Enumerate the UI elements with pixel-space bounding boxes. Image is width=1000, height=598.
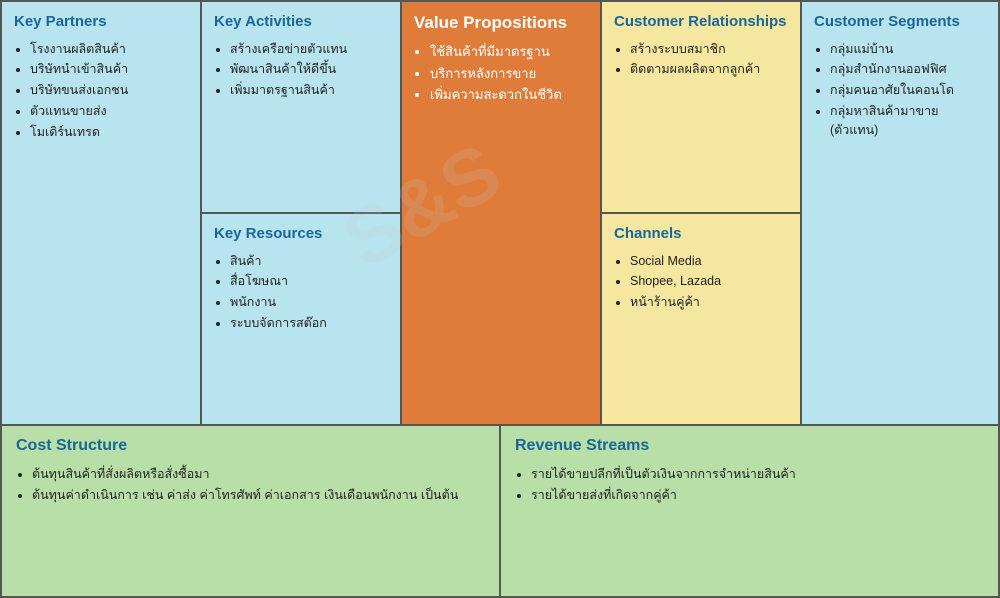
list-item: ระบบจัดการสต๊อก — [230, 314, 388, 333]
list-item: พัฒนาสินค้าให้ดีขึ้น — [230, 60, 388, 79]
value-propositions-title: Value Propositions — [414, 12, 588, 34]
list-item: Shopee, Lazada — [630, 272, 788, 291]
key-activities-section: Key Activities สร้างเครือข่ายตัวแทน พัฒน… — [202, 2, 400, 214]
bottom-section: Cost Structure ต้นทุนสินค้าที่สั่งผลิตหร… — [2, 426, 998, 596]
list-item: เพิ่มมาตรฐานสินค้า — [230, 81, 388, 100]
key-resources-title: Key Resources — [214, 224, 388, 244]
channels-title: Channels — [614, 224, 788, 244]
list-item: สร้างเครือข่ายตัวแทน — [230, 40, 388, 59]
list-item: ตัวแทนขายส่ง — [30, 102, 188, 121]
customer-relationships-section: Customer Relationships สร้างระบบสมาชิก ต… — [602, 2, 800, 214]
list-item: บริษัทขนส่งเอกชน — [30, 81, 188, 100]
cost-structure-list: ต้นทุนสินค้าที่สั่งผลิตหรือสั่งซื้อมา ต้… — [16, 465, 485, 505]
key-partners-list: โรงงานผลิตสินค้า บริษัทนำเข้าสินค้า บริษ… — [14, 40, 188, 142]
list-item: หน้าร้านคู่ค้า — [630, 293, 788, 312]
channels-list: Social Media Shopee, Lazada หน้าร้านคู่ค… — [614, 252, 788, 312]
revenue-streams-list: รายได้ขายปลีกที่เป็นตัวเงินจากการจำหน่าย… — [515, 465, 984, 505]
canvas: Key Partners โรงงานผลิตสินค้า บริษัทนำเข… — [0, 0, 1000, 598]
customer-relationships-title: Customer Relationships — [614, 12, 788, 32]
customer-segments-title: Customer Segments — [814, 12, 986, 32]
list-item: พนักงาน — [230, 293, 388, 312]
list-item: กลุ่มแม่บ้าน — [830, 40, 986, 59]
customer-segments-section: Customer Segments กลุ่มแม่บ้าน กลุ่มสำนั… — [802, 2, 998, 424]
list-item: กลุ่มคนอาศัยในคอนโด — [830, 81, 986, 100]
value-propositions-section: Value Propositions ใช้สินค้าที่มีมาตรฐาน… — [402, 2, 602, 424]
list-item: ต้นทุนค่าดำเนินการ เช่น ค่าส่ง ค่าโทรศัพ… — [32, 486, 485, 505]
list-item: รายได้ขายส่งที่เกิดจากคู่ค้า — [531, 486, 984, 505]
list-item: สินค้า — [230, 252, 388, 271]
list-item: บริษัทนำเข้าสินค้า — [30, 60, 188, 79]
cost-structure-section: Cost Structure ต้นทุนสินค้าที่สั่งผลิตหร… — [2, 426, 501, 596]
revenue-streams-section: Revenue Streams รายได้ขายปลีกที่เป็นตัวเ… — [501, 426, 998, 596]
list-item: เพิ่มความสะดวกในชีวิต — [430, 85, 588, 105]
list-item: สื่อโฆษณา — [230, 272, 388, 291]
key-activities-list: สร้างเครือข่ายตัวแทน พัฒนาสินค้าให้ดีขึ้… — [214, 40, 388, 100]
list-item: กลุ่มหาสินค้ามาขาย (ตัวแทน) — [830, 102, 986, 140]
key-resources-section: Key Resources สินค้า สื่อโฆษณา พนักงาน ร… — [202, 214, 400, 424]
list-item: ใช้สินค้าที่มีมาตรฐาน — [430, 42, 588, 62]
key-activities-title: Key Activities — [214, 12, 388, 32]
list-item: ต้นทุนสินค้าที่สั่งผลิตหรือสั่งซื้อมา — [32, 465, 485, 484]
middle-column: Key Activities สร้างเครือข่ายตัวแทน พัฒน… — [202, 2, 402, 424]
list-item: ติดตามผลผลิตจากลูกค้า — [630, 60, 788, 79]
list-item: โมเดิร์นเทรด — [30, 123, 188, 142]
revenue-streams-title: Revenue Streams — [515, 436, 984, 457]
cost-structure-title: Cost Structure — [16, 436, 485, 457]
customer-right-column: Customer Relationships สร้างระบบสมาชิก ต… — [602, 2, 802, 424]
key-partners-section: Key Partners โรงงานผลิตสินค้า บริษัทนำเข… — [2, 2, 202, 424]
value-propositions-list: ใช้สินค้าที่มีมาตรฐาน บริการหลังการขาย เ… — [414, 42, 588, 105]
list-item: รายได้ขายปลีกที่เป็นตัวเงินจากการจำหน่าย… — [531, 465, 984, 484]
list-item: กลุ่มสำนักงานออฟฟิศ — [830, 60, 986, 79]
channels-section: Channels Social Media Shopee, Lazada หน้… — [602, 214, 800, 424]
key-partners-title: Key Partners — [14, 12, 188, 32]
top-section: Key Partners โรงงานผลิตสินค้า บริษัทนำเข… — [2, 2, 998, 426]
list-item: Social Media — [630, 252, 788, 271]
list-item: บริการหลังการขาย — [430, 64, 588, 84]
list-item: สร้างระบบสมาชิก — [630, 40, 788, 59]
list-item: โรงงานผลิตสินค้า — [30, 40, 188, 59]
key-resources-list: สินค้า สื่อโฆษณา พนักงาน ระบบจัดการสต๊อก — [214, 252, 388, 333]
customer-segments-list: กลุ่มแม่บ้าน กลุ่มสำนักงานออฟฟิศ กลุ่มคน… — [814, 40, 986, 140]
customer-relationships-list: สร้างระบบสมาชิก ติดตามผลผลิตจากลูกค้า — [614, 40, 788, 80]
